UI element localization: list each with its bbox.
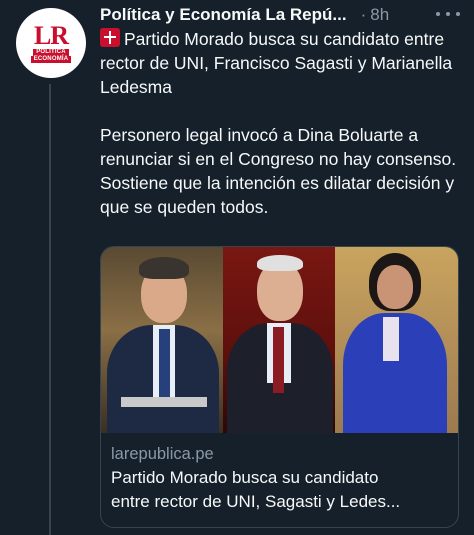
author-name[interactable]: Política y Economía La Repú... xyxy=(100,5,347,25)
avatar-tagline-economia: ECONOMÍA xyxy=(30,55,72,63)
tweet-headline: Partido Morado busca su candidato entre … xyxy=(100,27,464,99)
header-separator: · xyxy=(360,5,367,24)
link-preview-card[interactable]: larepublica.pe Partido Morado busca su c… xyxy=(100,246,459,528)
avatar-logo-text: LR xyxy=(33,20,69,50)
photo-panel-left xyxy=(101,247,223,433)
tweet-headline-text: Partido Morado busca su candidato entre … xyxy=(100,29,453,97)
avatar[interactable]: LR POLÍTICA ECONOMÍA xyxy=(16,8,86,78)
tweet-timestamp[interactable]: 8h xyxy=(370,5,389,25)
photo-panel-center xyxy=(223,247,335,433)
thread-line xyxy=(49,84,51,535)
tweet-header: Política y Economía La Repú... · 8h xyxy=(100,3,464,27)
link-title-line1: Partido Morado busca su candidato xyxy=(111,468,379,487)
tweet-body-text: Personero legal invocó a Dina Boluarte a… xyxy=(100,125,457,217)
photo-panel-right xyxy=(335,247,458,433)
avatar-tagline-politica: POLÍTICA xyxy=(33,48,69,56)
link-domain: larepublica.pe xyxy=(111,445,214,463)
siren-icon xyxy=(100,28,120,47)
link-preview-image xyxy=(101,247,458,433)
more-options-icon[interactable] xyxy=(436,4,460,24)
tweet-text: Partido Morado busca su candidato entre … xyxy=(100,27,464,219)
link-title-line2: entre rector de UNI, Sagasti y Ledes... xyxy=(111,492,401,511)
link-preview-meta: larepublica.pe Partido Morado busca su c… xyxy=(111,443,451,514)
link-title: Partido Morado busca su candidato entre … xyxy=(111,466,451,514)
